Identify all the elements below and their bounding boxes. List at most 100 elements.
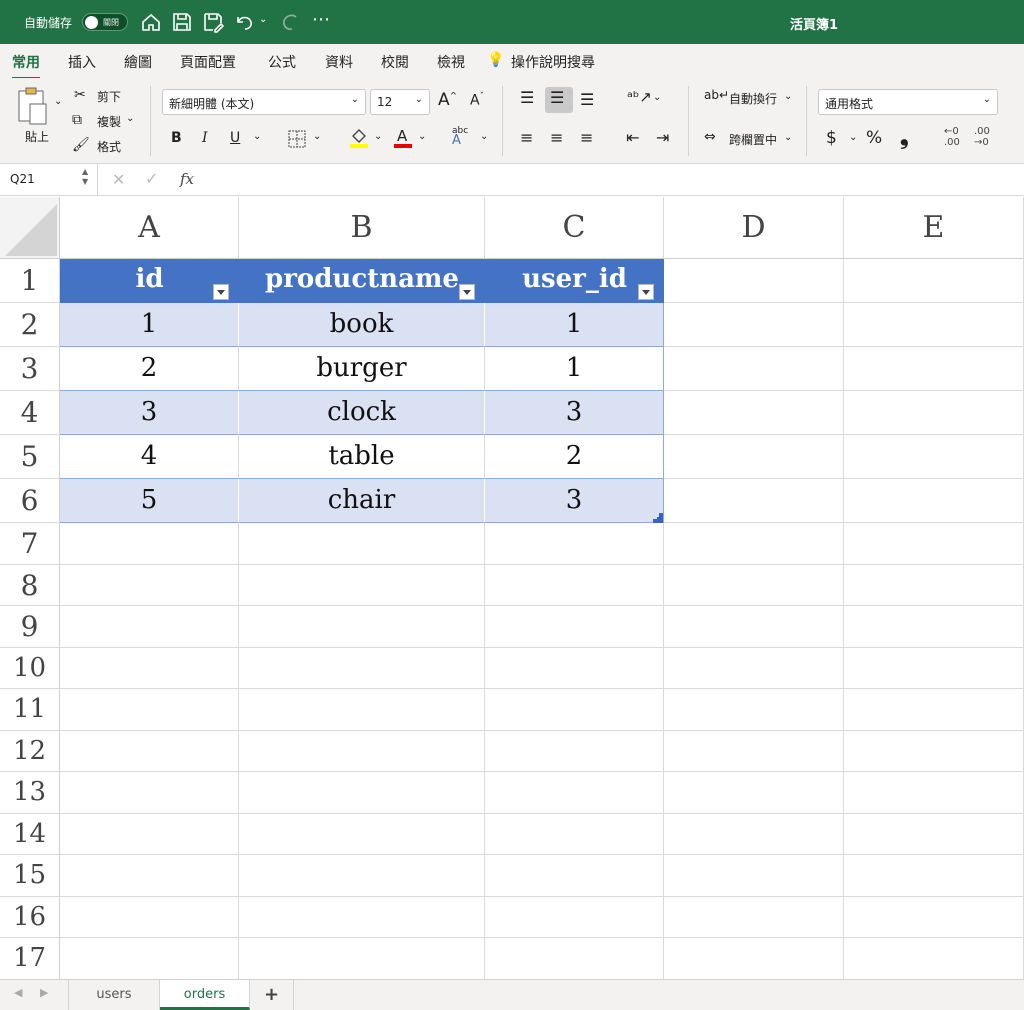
cell-d15[interactable] [664,855,844,897]
undo-dropdown-icon[interactable]: ⌄ [259,14,281,36]
table-header-id[interactable]: id [60,259,239,303]
table-cell[interactable]: 5 [60,479,239,523]
table-cell[interactable]: 1 [485,347,664,391]
save-icon[interactable] [171,11,193,33]
cell-c7[interactable] [485,523,664,565]
cell-e15[interactable] [844,855,1024,897]
table-cell[interactable]: table [239,435,485,479]
wrap-text-dropdown-icon[interactable]: ⌄ [784,91,792,102]
cell-e12[interactable] [844,730,1024,772]
sheet-tab-users[interactable]: users [68,980,160,1010]
filter-dropdown-icon[interactable] [213,284,229,300]
merge-center-dropdown-icon[interactable]: ⌄ [784,132,792,143]
cell-e4[interactable] [844,391,1024,435]
worksheet-grid[interactable]: A B C D E 1 2 3 4 5 6 7 8 9 10 11 12 13 14 15 16 17 id productn… [0,197,1024,979]
cell-e9[interactable] [844,606,1024,648]
cell-c14[interactable] [485,813,664,855]
cell-a8[interactable] [60,564,239,606]
cell-e3[interactable] [844,347,1024,391]
table-cell[interactable]: 1 [60,303,239,347]
fill-color-icon[interactable] [349,127,369,149]
row-header-9[interactable]: 9 [0,606,60,648]
align-right-icon[interactable]: ≡ [580,128,593,147]
cell-b11[interactable] [239,689,485,731]
comma-style-button[interactable]: ❟ [900,125,909,150]
enter-icon[interactable]: ✓ [145,169,158,188]
cell-d11[interactable] [664,689,844,731]
save-as-icon[interactable] [202,11,224,33]
sheet-tab-orders[interactable]: orders [160,980,250,1010]
cell-d3[interactable] [664,347,844,391]
currency-dropdown-icon[interactable]: ⌄ [849,132,857,143]
row-header-15[interactable]: 15 [0,855,60,897]
row-header-14[interactable]: 14 [0,813,60,855]
cell-d16[interactable] [664,896,844,938]
column-header-e[interactable]: E [844,197,1024,259]
column-header-c[interactable]: C [485,197,664,259]
tab-formulas[interactable]: 公式 [268,52,296,72]
cell-d1[interactable] [664,259,844,303]
row-header-11[interactable]: 11 [0,689,60,731]
cell-a13[interactable] [60,772,239,814]
cell-d8[interactable] [664,564,844,606]
borders-icon[interactable] [288,130,306,148]
cell-b14[interactable] [239,813,485,855]
bold-button[interactable]: B [171,130,182,146]
align-top-icon[interactable]: ☰ [520,88,534,107]
cell-c15[interactable] [485,855,664,897]
table-cell[interactable]: 3 [485,479,664,523]
wrap-text-label[interactable]: 自動換行 [729,90,777,107]
decrease-indent-icon[interactable]: ⇤ [626,128,639,147]
tab-page-layout[interactable]: 頁面配置 [180,52,236,72]
increase-indent-icon[interactable]: ⇥ [656,128,669,147]
table-header-productname[interactable]: productname [239,259,485,303]
cell-c17[interactable] [485,938,664,979]
scroll-right-icon[interactable]: ▶ [40,986,48,999]
font-size-select[interactable]: 12 ⌄ [370,89,430,115]
table-cell[interactable]: burger [239,347,485,391]
table-header-user-id[interactable]: user_id [485,259,664,303]
select-all-button[interactable] [0,197,60,259]
paste-icon[interactable] [16,86,50,126]
autosave-toggle[interactable]: 關閉 [82,13,128,31]
cell-e13[interactable] [844,772,1024,814]
cell-c12[interactable] [485,730,664,772]
cell-a11[interactable] [60,689,239,731]
cell-e1[interactable] [844,259,1024,303]
row-header-12[interactable]: 12 [0,730,60,772]
cell-c11[interactable] [485,689,664,731]
row-header-10[interactable]: 10 [0,647,60,689]
table-cell[interactable]: 1 [485,303,664,347]
cell-c10[interactable] [485,647,664,689]
increase-font-size-icon[interactable]: A^ [438,90,457,110]
table-cell[interactable]: chair [239,479,485,523]
undo-icon[interactable] [233,11,255,33]
table-cell[interactable]: 3 [60,391,239,435]
column-header-b[interactable]: B [239,197,485,259]
cell-e2[interactable] [844,303,1024,347]
cell-c16[interactable] [485,896,664,938]
cell-d6[interactable] [664,479,844,523]
underline-dropdown-icon[interactable]: ⌄ [253,131,261,142]
cut-label[interactable]: 剪下 [97,88,121,105]
row-header-13[interactable]: 13 [0,772,60,814]
cell-e17[interactable] [844,938,1024,979]
italic-button[interactable]: I [202,130,208,146]
tab-draw[interactable]: 繪圖 [124,52,152,72]
cell-a9[interactable] [60,606,239,648]
format-painter-icon[interactable]: 🖌 [72,137,90,153]
align-center-icon[interactable]: ≡ [550,128,563,147]
home-icon[interactable] [140,11,162,33]
cell-a12[interactable] [60,730,239,772]
borders-dropdown-icon[interactable]: ⌄ [313,131,321,142]
cell-a15[interactable] [60,855,239,897]
cell-d4[interactable] [664,391,844,435]
cell-b10[interactable] [239,647,485,689]
format-painter-label[interactable]: 格式 [97,138,121,155]
phonetic-icon[interactable]: abc A [452,126,468,147]
orientation-dropdown-icon[interactable]: ⌄ [653,92,661,103]
row-header-8[interactable]: 8 [0,564,60,606]
copy-dropdown-icon[interactable]: ⌄ [126,113,134,124]
cell-b15[interactable] [239,855,485,897]
scissors-icon[interactable]: ✂ [74,87,86,103]
